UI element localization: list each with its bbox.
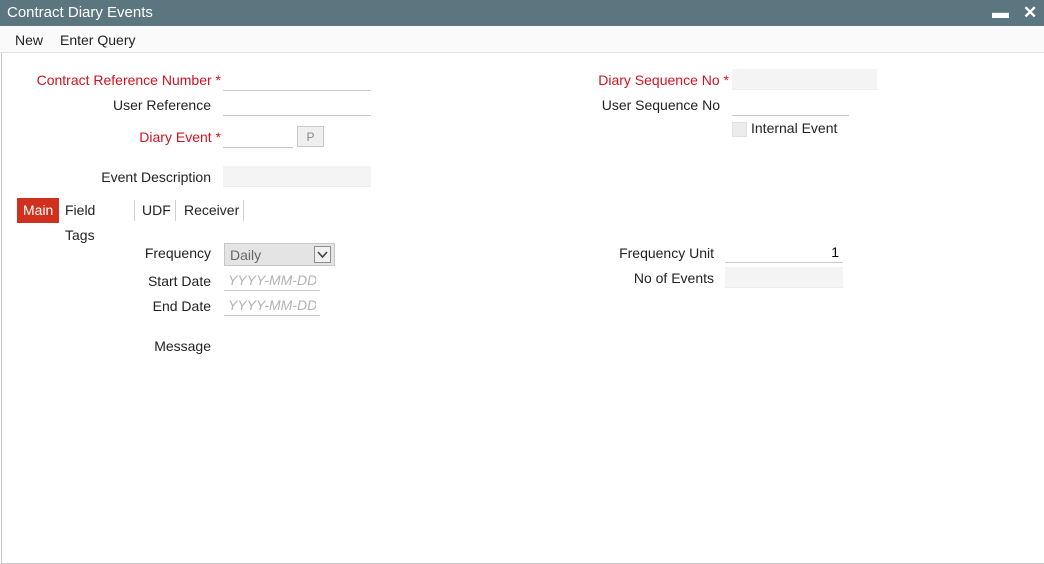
user-reference-input[interactable] [223,95,371,116]
close-icon[interactable]: ✕ [1023,4,1037,22]
diary-sequence-no-label: Diary Sequence No * [598,72,729,88]
no-of-events-label: No of Events [633,270,714,286]
contract-reference-number-input[interactable] [223,70,371,91]
frequency-unit-label: Frequency Unit [619,245,714,261]
tab-separator [175,200,176,221]
frequency-selected-value: Daily [230,247,262,263]
frequency-select[interactable]: Daily [224,243,335,266]
chevron-down-icon[interactable] [314,246,331,263]
user-reference-label: User Reference [112,97,211,113]
diary-sequence-no-input[interactable] [732,69,877,90]
tab-main[interactable]: Main [17,198,60,223]
tab-receiver[interactable]: Receiver [184,198,239,223]
tab-field-tags[interactable]: Field Tags [65,198,95,243]
minimize-icon[interactable]: ▬ [992,4,1009,22]
end-date-input[interactable] [224,295,320,316]
enter-query-menu-item[interactable]: Enter Query [60,32,135,48]
new-menu-item[interactable]: New [15,32,43,48]
message-label: Message [154,338,211,354]
internal-event-label: Internal Event [751,120,838,136]
event-description-label: Event Description [101,169,211,185]
frequency-label: Frequency [144,245,211,261]
tab-udf[interactable]: UDF [142,198,171,223]
end-date-label: End Date [152,298,211,314]
frequency-unit-input[interactable] [725,242,843,263]
tab-separator [243,200,244,221]
diary-event-input[interactable] [223,127,293,148]
start-date-label: Start Date [147,273,211,289]
no-of-events-input[interactable] [725,267,843,288]
start-date-input[interactable] [224,270,320,291]
window-titlebar: Contract Diary Events ▬ ✕ [0,0,1044,26]
diary-event-lookup-button[interactable]: P [297,126,324,147]
tab-separator [134,200,135,221]
user-sequence-no-label: User Sequence No [601,97,720,113]
menu-bar: New Enter Query [0,26,1044,53]
internal-event-checkbox[interactable] [732,122,747,137]
contract-reference-number-label: Contract Reference Number * [36,72,221,88]
event-description-input[interactable] [223,166,371,187]
window-title: Contract Diary Events [7,4,153,21]
diary-event-label: Diary Event * [139,129,221,145]
user-sequence-no-input[interactable] [732,95,849,116]
